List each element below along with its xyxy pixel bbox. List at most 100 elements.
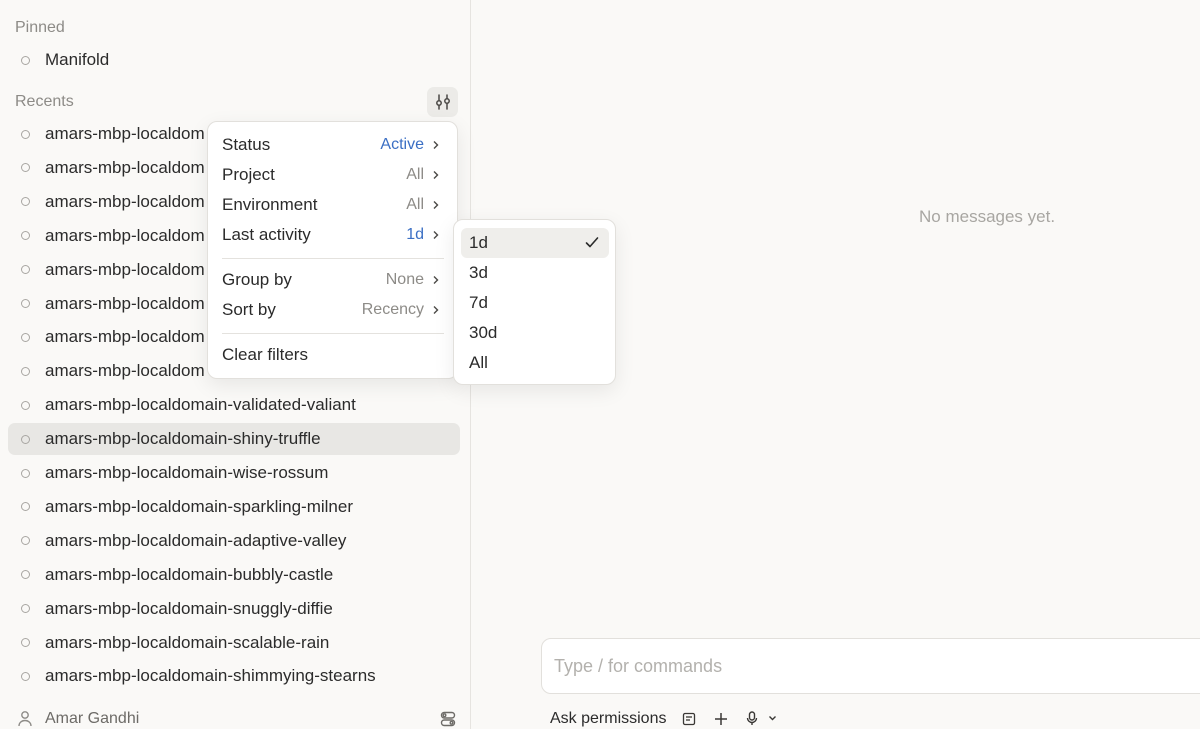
session-dot-icon bbox=[21, 536, 30, 546]
menu-item-project[interactable]: Project All bbox=[208, 160, 459, 190]
recent-session-label: amars-mbp-localdomain-scalable-rain bbox=[45, 632, 330, 652]
recent-session-item[interactable]: amars-mbp-localdomain-sparkling-milner bbox=[8, 491, 460, 523]
session-dot-icon bbox=[21, 366, 30, 376]
recent-session-item[interactable]: amars-mbp-localdomain-bubbly-castle bbox=[8, 559, 460, 591]
session-dot-icon bbox=[21, 197, 30, 207]
menu-divider bbox=[222, 258, 444, 259]
submenu-option-all[interactable]: All bbox=[461, 348, 609, 378]
session-dot-icon bbox=[21, 434, 30, 444]
menu-item-clear-filters[interactable]: Clear filters bbox=[208, 340, 459, 370]
session-dot-icon bbox=[21, 231, 30, 241]
recent-session-label: amars-mbp-localdom bbox=[45, 225, 205, 245]
session-dot-icon bbox=[21, 638, 30, 647]
recent-session-label: amars-mbp-localdomain-shiny-truffle bbox=[45, 429, 321, 449]
sliders-icon bbox=[435, 94, 450, 110]
menu-item-label: Sort by bbox=[222, 300, 276, 319]
submenu-option-label: 30d bbox=[469, 323, 498, 342]
recents-section-label: Recents bbox=[15, 93, 74, 110]
user-name[interactable]: Amar Gandhi bbox=[45, 710, 139, 728]
user-icon bbox=[18, 711, 32, 727]
menu-item-label: Clear filters bbox=[222, 345, 308, 364]
recent-session-label: amars-mbp-localdom bbox=[45, 293, 205, 313]
session-dot-icon bbox=[21, 604, 30, 614]
recent-session-label: amars-mbp-localdomain-wise-rossum bbox=[45, 463, 329, 482]
session-dot-icon bbox=[21, 570, 30, 580]
recent-session-label: amars-mbp-localdomain-snuggly-diffie bbox=[45, 598, 333, 618]
session-dot-icon bbox=[21, 502, 30, 512]
menu-item-value: None bbox=[385, 271, 424, 288]
chevron-right-icon bbox=[433, 201, 439, 209]
microphone-icon[interactable] bbox=[746, 711, 758, 726]
pinned-item-manifold[interactable]: Manifold bbox=[8, 44, 460, 76]
menu-item-label: Last activity bbox=[222, 225, 311, 244]
menu-item-sort-by[interactable]: Sort by Recency bbox=[208, 295, 459, 325]
recent-session-label: amars-mbp-localdom bbox=[45, 259, 205, 279]
chevron-right-icon bbox=[433, 231, 439, 239]
recent-session-label: amars-mbp-localdom bbox=[45, 361, 205, 381]
submenu-option-7d[interactable]: 7d bbox=[461, 288, 609, 318]
plus-icon[interactable] bbox=[714, 712, 728, 726]
submenu-option-label: 3d bbox=[469, 263, 488, 282]
session-dot-icon bbox=[21, 55, 30, 65]
session-dot-icon bbox=[21, 163, 30, 173]
recent-session-label: amars-mbp-localdom bbox=[45, 124, 205, 143]
recent-session-item[interactable]: amars-mbp-localdomain-scalable-rain bbox=[8, 627, 460, 659]
session-dot-icon bbox=[21, 129, 30, 139]
recent-session-item[interactable]: amars-mbp-localdomain-snuggly-diffie bbox=[8, 593, 460, 625]
recent-session-item[interactable]: amars-mbp-localdomain-wise-rossum bbox=[8, 457, 460, 489]
chevron-down-icon[interactable] bbox=[768, 715, 777, 722]
filter-button[interactable] bbox=[427, 87, 458, 117]
recent-session-label: amars-mbp-localdom bbox=[45, 327, 205, 347]
command-input[interactable] bbox=[554, 639, 1154, 693]
permissions-selector[interactable]: Ask permissions bbox=[550, 710, 666, 728]
menu-item-label: Environment bbox=[222, 195, 318, 214]
recent-session-item[interactable]: amars-mbp-localdomain-validated-valiant bbox=[8, 389, 460, 421]
menu-item-value: 1d bbox=[406, 226, 424, 243]
session-dot-icon bbox=[21, 265, 30, 275]
last-activity-submenu: 1d 3d 7d 30d All bbox=[453, 219, 616, 385]
submenu-option-label: 1d bbox=[469, 233, 488, 252]
chevron-right-icon bbox=[433, 171, 439, 179]
submenu-option-3d[interactable]: 3d bbox=[461, 258, 609, 288]
menu-item-label: Status bbox=[222, 135, 271, 154]
settings-toggle-icon[interactable] bbox=[440, 711, 456, 727]
pinned-section-label: Pinned bbox=[15, 19, 65, 36]
session-dot-icon bbox=[21, 299, 30, 308]
chevron-right-icon bbox=[433, 276, 439, 284]
recent-session-item[interactable]: amars-mbp-localdomain-shiny-truffle bbox=[8, 423, 460, 456]
recent-session-label: amars-mbp-localdomain-shimmying-stearns bbox=[45, 666, 376, 686]
menu-item-value: Recency bbox=[361, 301, 424, 318]
menu-item-environment[interactable]: Environment All bbox=[208, 190, 459, 220]
empty-state-message: No messages yet. bbox=[919, 207, 1056, 226]
submenu-option-1d[interactable]: 1d bbox=[461, 228, 609, 258]
message-composer[interactable] bbox=[541, 638, 1200, 694]
recent-session-label: amars-mbp-localdom bbox=[45, 157, 205, 177]
chevron-right-icon bbox=[433, 141, 439, 149]
recent-session-item[interactable]: amars-mbp-localdomain-shimmying-stearns bbox=[8, 660, 460, 692]
submenu-option-label: All bbox=[469, 353, 488, 372]
menu-item-value: All bbox=[406, 166, 424, 183]
recent-session-label: amars-mbp-localdomain-validated-valiant bbox=[45, 395, 356, 415]
recent-session-label: amars-mbp-localdomain-sparkling-milner bbox=[45, 496, 353, 516]
menu-item-value: All bbox=[406, 196, 424, 213]
menu-item-label: Project bbox=[222, 165, 275, 184]
session-dot-icon bbox=[21, 468, 30, 478]
menu-item-label: Group by bbox=[222, 270, 292, 289]
session-dot-icon bbox=[21, 332, 30, 342]
session-dot-icon bbox=[21, 671, 30, 681]
recent-session-label: amars-mbp-localdomain-adaptive-valley bbox=[45, 530, 347, 550]
session-dot-icon bbox=[21, 400, 30, 410]
menu-item-last-activity[interactable]: Last activity 1d bbox=[208, 220, 459, 250]
recent-session-label: amars-mbp-localdom bbox=[45, 191, 205, 211]
menu-item-value: Active bbox=[380, 136, 424, 153]
chevron-right-icon bbox=[433, 306, 439, 314]
submenu-option-30d[interactable]: 30d bbox=[461, 318, 609, 348]
checkmark-icon bbox=[585, 237, 599, 248]
document-icon[interactable] bbox=[682, 712, 696, 726]
filter-menu: Status Active Project All Environment Al… bbox=[207, 121, 458, 379]
recent-session-item[interactable]: amars-mbp-localdomain-adaptive-valley bbox=[8, 525, 460, 557]
menu-item-status[interactable]: Status Active bbox=[208, 130, 459, 160]
recent-session-label: amars-mbp-localdomain-bubbly-castle bbox=[45, 564, 334, 584]
menu-item-group-by[interactable]: Group by None bbox=[208, 265, 459, 295]
menu-divider bbox=[222, 333, 444, 334]
